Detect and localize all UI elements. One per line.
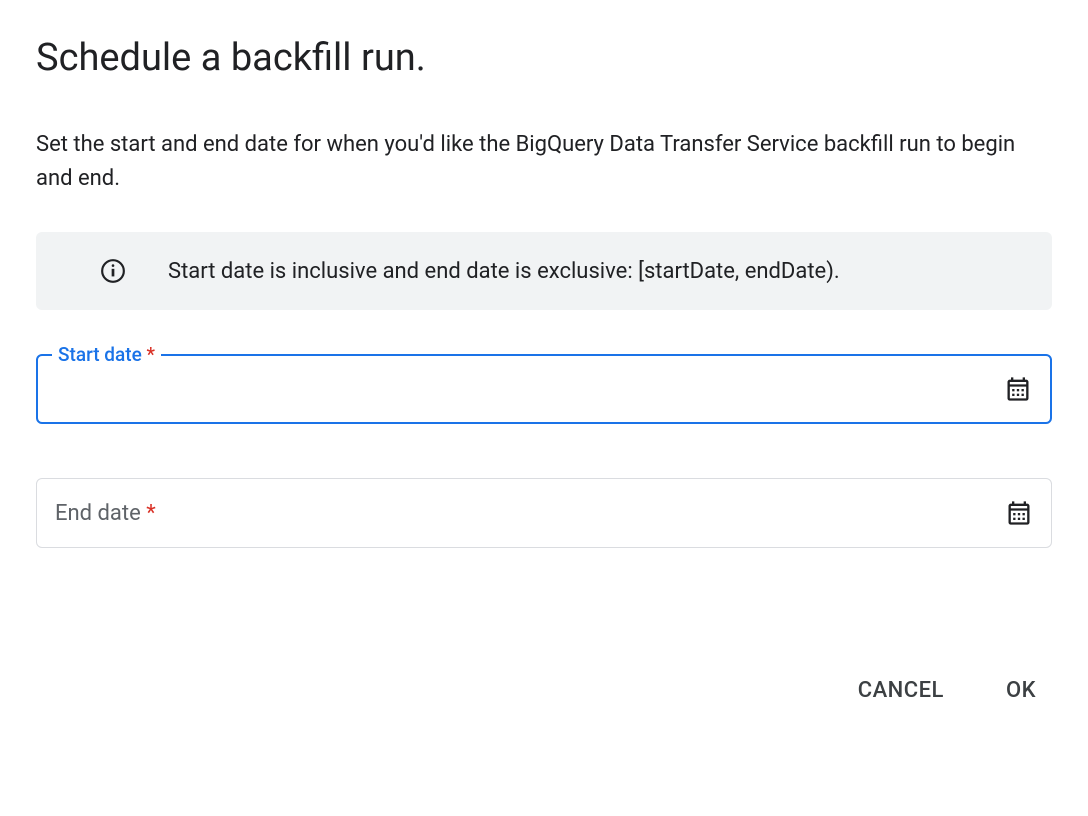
- calendar-icon[interactable]: [1005, 499, 1033, 527]
- end-date-field[interactable]: End date *: [36, 478, 1052, 548]
- start-date-input[interactable]: [56, 356, 1004, 422]
- end-date-field-group: End date *: [36, 478, 1052, 548]
- dialog-actions: CANCEL OK: [36, 668, 1052, 713]
- start-date-field[interactable]: Start date *: [36, 354, 1052, 424]
- ok-button[interactable]: OK: [998, 668, 1044, 713]
- info-box: Start date is inclusive and end date is …: [36, 232, 1052, 310]
- end-date-label: End date *: [55, 501, 156, 526]
- end-date-label-text: End date: [55, 501, 141, 526]
- cancel-button[interactable]: CANCEL: [850, 668, 952, 713]
- start-date-label-text: Start date: [58, 343, 142, 366]
- info-text: Start date is inclusive and end date is …: [168, 259, 840, 284]
- backfill-dialog: Schedule a backfill run. Set the start a…: [36, 36, 1052, 713]
- calendar-icon[interactable]: [1004, 375, 1032, 403]
- required-marker: *: [146, 501, 155, 526]
- dialog-title: Schedule a backfill run.: [36, 36, 1052, 80]
- info-icon: [100, 258, 126, 284]
- start-date-label: Start date *: [52, 343, 161, 366]
- start-date-field-group: Start date *: [36, 354, 1052, 424]
- dialog-description: Set the start and end date for when you'…: [36, 128, 1052, 196]
- required-marker: *: [147, 343, 155, 366]
